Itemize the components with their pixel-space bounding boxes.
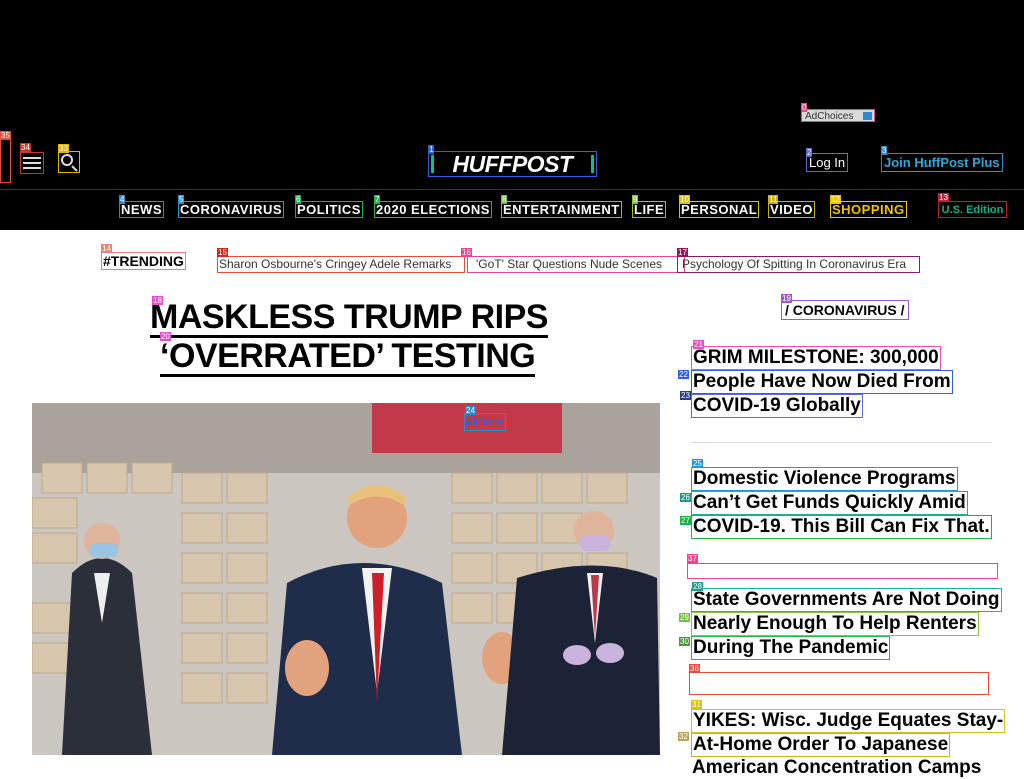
headline-line-2[interactable]: ‘OVERRATED’ TESTING bbox=[160, 338, 536, 377]
marker-label: 1 bbox=[428, 145, 435, 154]
marker-label: 31 bbox=[691, 700, 702, 709]
marker-label: 24 bbox=[465, 406, 476, 415]
story-4-line-2[interactable]: At-Home Order To Japanese bbox=[691, 733, 951, 757]
marker-label: 23 bbox=[680, 391, 691, 400]
marker-label: 9 bbox=[632, 195, 639, 204]
marker-label: 4 bbox=[119, 195, 126, 204]
story-4-line-3[interactable]: American Concentration Camps bbox=[691, 757, 982, 779]
trending-link-2[interactable]: 'GoT' Star Questions Nude Scenes bbox=[467, 256, 685, 273]
marker-label: 22 bbox=[678, 370, 689, 379]
story-1-line-3[interactable]: COVID-19 Globally bbox=[691, 394, 863, 418]
marker-label: 3 bbox=[881, 146, 888, 155]
marker-label: 6 bbox=[295, 195, 302, 204]
nav-entertainment[interactable]: ENTERTAINMENT bbox=[501, 201, 622, 218]
marker-label: 13 bbox=[938, 193, 949, 202]
marker-label: 20 bbox=[160, 332, 171, 341]
marker-label: 17 bbox=[677, 248, 688, 257]
marker-label: 27 bbox=[680, 516, 691, 525]
side-toggle[interactable] bbox=[0, 139, 11, 183]
story-2-line-3[interactable]: COVID-19. This Bill Can Fix That. bbox=[691, 515, 992, 539]
nav-personal[interactable]: PERSONAL bbox=[679, 201, 760, 218]
marker-label: 34 bbox=[20, 143, 31, 152]
search-icon[interactable] bbox=[58, 151, 80, 173]
marker-label: 29 bbox=[679, 613, 690, 622]
section-label-coronavirus[interactable]: / CORONAVIRUS / bbox=[781, 300, 909, 320]
marker-label: 19 bbox=[781, 294, 792, 303]
marker-label: 30 bbox=[679, 637, 690, 646]
marker-label: 11 bbox=[768, 195, 779, 204]
marker-label: 18 bbox=[152, 296, 163, 305]
story-link-empty[interactable] bbox=[687, 563, 998, 579]
marker-label: 10 bbox=[679, 195, 690, 204]
adchoices-link[interactable]: AdChoices bbox=[801, 109, 875, 122]
marker-label: 35 bbox=[0, 131, 11, 140]
headline-line-1[interactable]: MASKLESS TRUMP RIPS bbox=[150, 299, 548, 338]
join-huffpost-plus-link[interactable]: Join HuffPost Plus bbox=[881, 153, 1003, 172]
marker-label: 8 bbox=[501, 195, 508, 204]
story-2-line-2[interactable]: Can’t Get Funds Quickly Amid bbox=[691, 491, 968, 515]
story-3-line-2[interactable]: Nearly Enough To Help Renters bbox=[691, 612, 979, 636]
logo-text: HUFFPOST bbox=[452, 151, 573, 177]
trending-link-1[interactable]: Sharon Osbourne's Cringey Adele Remarks bbox=[217, 256, 465, 273]
marker-label: 5 bbox=[178, 195, 185, 204]
hamburger-menu-icon[interactable] bbox=[20, 152, 44, 174]
marker-label: 7 bbox=[374, 195, 381, 204]
nav-politics[interactable]: POLITICS bbox=[295, 201, 363, 218]
nav-2020-elections[interactable]: 2020 ELECTIONS bbox=[374, 201, 492, 218]
sidebar-divider bbox=[691, 442, 992, 443]
story-link-empty-2[interactable] bbox=[689, 672, 989, 695]
marker-label: 36 bbox=[689, 664, 700, 673]
marker-label: 21 bbox=[693, 340, 704, 349]
marker-label: 28 bbox=[692, 582, 703, 591]
marker-label: 33 bbox=[58, 144, 69, 153]
nav-divider bbox=[0, 189, 1024, 190]
marker-label: 14 bbox=[101, 244, 112, 253]
huffpost-logo[interactable]: HUFFPOST bbox=[428, 151, 597, 177]
marker-label: 12 bbox=[830, 195, 841, 204]
trending-link-3[interactable]: Psychology Of Spitting In Coronavirus Er… bbox=[677, 256, 920, 273]
story-1-line-2[interactable]: People Have Now Died From bbox=[691, 370, 953, 394]
marker-label: 26 bbox=[680, 493, 691, 502]
marker-label: 0 bbox=[801, 103, 808, 112]
story-4-line-1[interactable]: YIKES: Wisc. Judge Equates Stay- bbox=[691, 709, 1006, 733]
nav-coronavirus[interactable]: CORONAVIRUS bbox=[178, 201, 285, 218]
story-2-line-1[interactable]: Domestic Violence Programs bbox=[691, 467, 958, 491]
adchoices-icon bbox=[863, 112, 872, 120]
hero-photo-illustration bbox=[32, 403, 660, 755]
marker-label: 25 bbox=[692, 459, 703, 468]
hero-sign-text: &Minor bbox=[464, 413, 506, 431]
marker-label: 15 bbox=[217, 248, 228, 257]
edition-selector[interactable]: U.S. Edition bbox=[938, 201, 1007, 218]
marker-label: 37 bbox=[687, 554, 698, 563]
marker-label: 32 bbox=[678, 732, 689, 741]
nav-news[interactable]: NEWS bbox=[119, 201, 164, 218]
story-3-line-1[interactable]: State Governments Are Not Doing bbox=[691, 588, 1002, 612]
adchoices-label: AdChoices bbox=[805, 111, 854, 122]
marker-label: 2 bbox=[806, 148, 813, 157]
story-3-line-3[interactable]: During The Pandemic bbox=[691, 636, 891, 660]
trending-label: #TRENDING bbox=[101, 252, 186, 270]
marker-label: 16 bbox=[461, 248, 472, 257]
story-1-line-1[interactable]: GRIM MILESTONE: 300,000 bbox=[691, 346, 941, 370]
hero-image[interactable]: &Minor 24 bbox=[32, 403, 660, 755]
nav-shopping[interactable]: SHOPPING bbox=[830, 201, 907, 218]
